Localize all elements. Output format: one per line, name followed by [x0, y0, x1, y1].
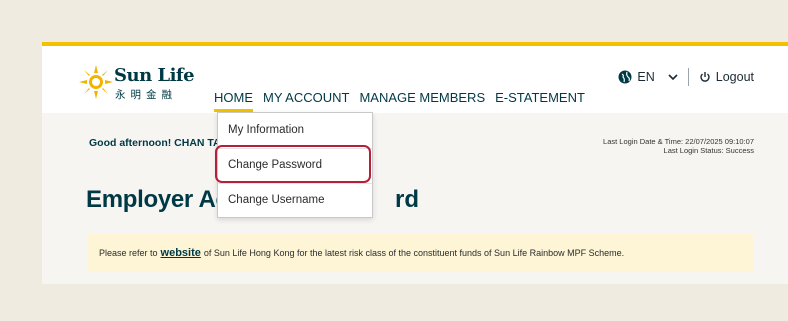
main-nav: HOME MY ACCOUNT MANAGE MEMBERS E-STATEME…: [214, 90, 585, 112]
notice-suffix: of Sun Life Hong Kong for the latest ris…: [203, 248, 625, 258]
sun-life-logo[interactable]: Sun Life 永明金融: [78, 64, 198, 104]
menu-divider: [218, 183, 372, 184]
language-label: EN: [637, 70, 655, 84]
page-title-end: rd: [395, 186, 419, 213]
chevron-down-icon: [668, 74, 678, 81]
logout-label: Logout: [715, 70, 754, 84]
portal-panel: Sun Life 永明金融 HOME MY ACCOUNT MANAGE MEM…: [42, 42, 788, 284]
notice-prefix: Please refer to: [99, 248, 158, 258]
menu-change-username[interactable]: Change Username: [228, 194, 325, 206]
change-password-highlight: [215, 145, 371, 183]
menu-my-information[interactable]: My Information: [228, 124, 304, 136]
nav-my-account[interactable]: MY ACCOUNT: [263, 90, 349, 108]
page-title: Employer Ac: [86, 186, 229, 213]
power-icon: [700, 72, 710, 82]
notice-banner: Please refer to website of Sun Life Hong…: [88, 234, 753, 272]
header: Sun Life 永明金融 HOME MY ACCOUNT MANAGE MEM…: [42, 46, 788, 113]
globe-icon: [618, 70, 632, 84]
sun-icon: [79, 65, 113, 99]
brand-chinese: 永明金融: [115, 89, 177, 101]
brand-name: Sun Life: [114, 65, 195, 86]
language-selector[interactable]: EN: [618, 70, 678, 84]
logout-button[interactable]: Logout: [699, 70, 754, 84]
nav-home[interactable]: HOME: [214, 90, 253, 112]
nav-e-statement[interactable]: E-STATEMENT: [495, 90, 585, 108]
website-link[interactable]: website: [161, 247, 201, 259]
last-login-status: Last Login Status: Success: [663, 146, 754, 155]
top-right-controls: EN Logout: [618, 68, 754, 86]
last-login-info: Last Login Date & Time: 22/07/2025 09:10…: [603, 137, 754, 155]
last-login-date: Last Login Date & Time: 22/07/2025 09:10…: [603, 137, 754, 146]
divider: [687, 68, 689, 86]
nav-manage-members[interactable]: MANAGE MEMBERS: [359, 90, 485, 108]
greeting-text: Good afternoon! CHAN TA: [89, 137, 221, 149]
